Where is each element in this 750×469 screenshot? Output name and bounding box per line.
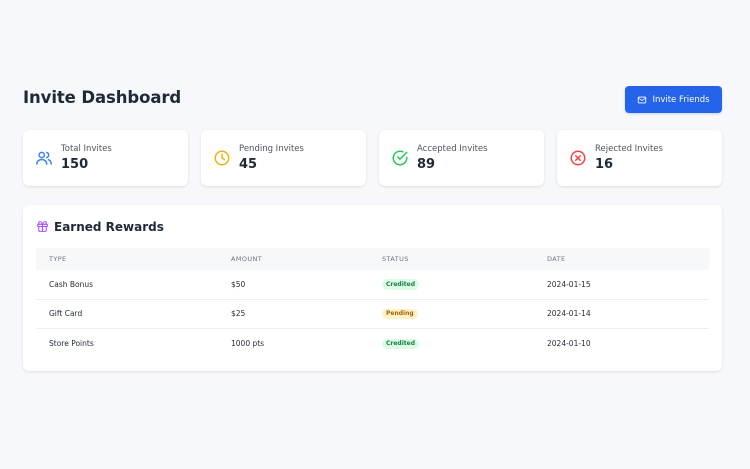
cell-date: 2024-01-10 <box>547 339 591 349</box>
cell-date: 2024-01-15 <box>547 279 591 289</box>
cell-date: 2024-01-14 <box>547 309 591 319</box>
clock-icon <box>214 150 230 166</box>
page-header: Invite Dashboard Invite Friends <box>23 85 722 113</box>
stat-card-accepted: Accepted Invites 89 <box>379 130 544 186</box>
check-circle-icon <box>392 150 408 166</box>
stats-row: Total Invites 150 Pending Invites 45 Acc… <box>23 130 722 186</box>
table-row: Store Points 1000 pts Credited 2024-01-1… <box>36 329 709 359</box>
stat-label: Rejected Invites <box>595 144 663 154</box>
rewards-header: Earned Rewards <box>36 218 164 235</box>
stat-value: 89 <box>417 157 436 172</box>
stat-value: 45 <box>239 157 258 172</box>
status-badge: Credited <box>382 338 420 350</box>
column-header-amount: AMOUNT <box>231 255 263 263</box>
rewards-table: TYPE AMOUNT STATUS DATE Cash Bonus $50 C… <box>36 248 709 359</box>
rewards-title: Earned Rewards <box>54 219 164 234</box>
table-row: Gift Card $25 Pending 2024-01-14 <box>36 300 709 329</box>
stat-label: Pending Invites <box>239 144 304 154</box>
stat-card-total: Total Invites 150 <box>23 130 188 186</box>
cell-amount: $25 <box>231 309 246 319</box>
gift-icon <box>37 221 48 232</box>
page-title: Invite Dashboard <box>23 88 182 107</box>
table-header: TYPE AMOUNT STATUS DATE <box>36 248 709 270</box>
stat-label: Accepted Invites <box>417 144 488 154</box>
invite-dashboard-page: Invite Dashboard Invite Friends Total In… <box>0 0 750 469</box>
invite-friends-button[interactable]: Invite Friends <box>625 86 722 113</box>
users-icon <box>36 151 52 165</box>
earned-rewards-card: Earned Rewards TYPE AMOUNT STATUS DATE C… <box>23 205 722 371</box>
invite-friends-label: Invite Friends <box>652 94 710 105</box>
cell-type: Gift Card <box>49 309 83 319</box>
cell-amount: $50 <box>231 279 246 289</box>
x-circle-icon <box>570 150 586 166</box>
column-header-type: TYPE <box>49 255 67 263</box>
table-row: Cash Bonus $50 Credited 2024-01-15 <box>36 270 709 300</box>
column-header-status: STATUS <box>382 255 409 263</box>
column-header-date: DATE <box>547 255 566 263</box>
cell-type: Store Points <box>49 339 94 349</box>
stat-value: 150 <box>61 157 89 172</box>
stat-card-rejected: Rejected Invites 16 <box>557 130 722 186</box>
stat-value: 16 <box>595 157 614 172</box>
stat-card-pending: Pending Invites 45 <box>201 130 366 186</box>
cell-amount: 1000 pts <box>231 339 265 349</box>
cell-type: Cash Bonus <box>49 279 94 289</box>
stat-label: Total Invites <box>61 144 112 154</box>
mail-icon <box>638 96 647 103</box>
status-badge: Credited <box>382 279 420 290</box>
status-badge: Pending <box>382 308 418 320</box>
